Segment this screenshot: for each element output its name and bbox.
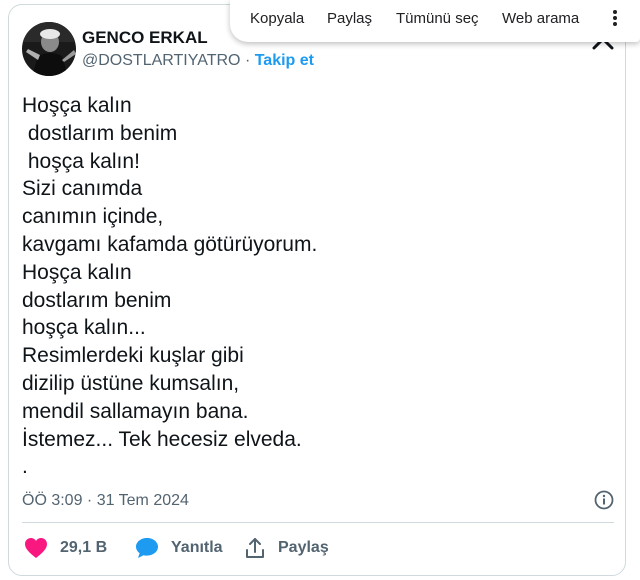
share-button[interactable]: Paylaş (244, 536, 329, 560)
avatar-photo (22, 22, 76, 76)
tweet-line: kavgamı kafamda götürüyorum. (22, 232, 318, 256)
vertical-ellipsis-icon[interactable] (608, 8, 622, 32)
tweet-line: dostlarım benim (22, 121, 178, 145)
author-handle[interactable]: @DOSTLARTIYATRO (82, 52, 240, 69)
menu-item-share[interactable]: Paylaş (327, 10, 372, 27)
handle-separator: · (244, 52, 251, 69)
tweet-line: dizilip üstüne kumsalın, (22, 371, 240, 395)
tweet-line: dostlarım benim (22, 288, 172, 312)
tweet-line: Hoşça kalın (22, 94, 132, 117)
reply-button[interactable]: Yanıtla (135, 536, 223, 560)
share-label: Paylaş (278, 539, 329, 556)
author-handle-row: @DOSTLARTIYATRO · Takip et (82, 52, 314, 70)
reply-label: Yanıtla (171, 539, 223, 556)
tweet-line: hoşça kalın! (22, 149, 140, 173)
author-display-name[interactable]: GENCO ERKAL (82, 28, 208, 48)
tweet-line: canımın içinde, (22, 205, 164, 229)
share-icon (246, 538, 264, 558)
tweet-line: hoşça kalın... (22, 316, 146, 340)
divider (22, 522, 614, 523)
tweet-timestamp[interactable]: ÖÖ 3:09 · 31 Tem 2024 (22, 492, 189, 510)
follow-button[interactable]: Takip et (255, 52, 314, 69)
tweet-line: . (22, 455, 28, 479)
speech-bubble-icon (136, 538, 158, 558)
heart-icon (25, 538, 47, 558)
tweet-line: Resimlerdeki kuşlar gibi (22, 344, 244, 368)
text-selection-menu: Kopyala Paylaş Tümünü seç Web arama (230, 0, 640, 42)
tweet-line: mendil sallamayın bana. (22, 399, 249, 423)
menu-item-select-all[interactable]: Tümünü seç (396, 10, 479, 27)
tweet-line: Sizi canımda (22, 177, 143, 201)
author-avatar[interactable] (22, 22, 76, 76)
like-count: 29,1 B (60, 539, 108, 556)
like-button[interactable]: 29,1 B (24, 536, 107, 560)
tweet-line: İstemez... Tek hecesiz elveda. (22, 427, 302, 451)
menu-item-web-search[interactable]: Web arama (502, 10, 579, 27)
tweet-text: Hoşça kalın dostlarım benim hoşça kalın!… (22, 92, 602, 481)
info-icon[interactable] (594, 490, 614, 510)
tweet-line: Hoşça kalın (22, 260, 132, 284)
menu-item-copy[interactable]: Kopyala (250, 10, 304, 27)
